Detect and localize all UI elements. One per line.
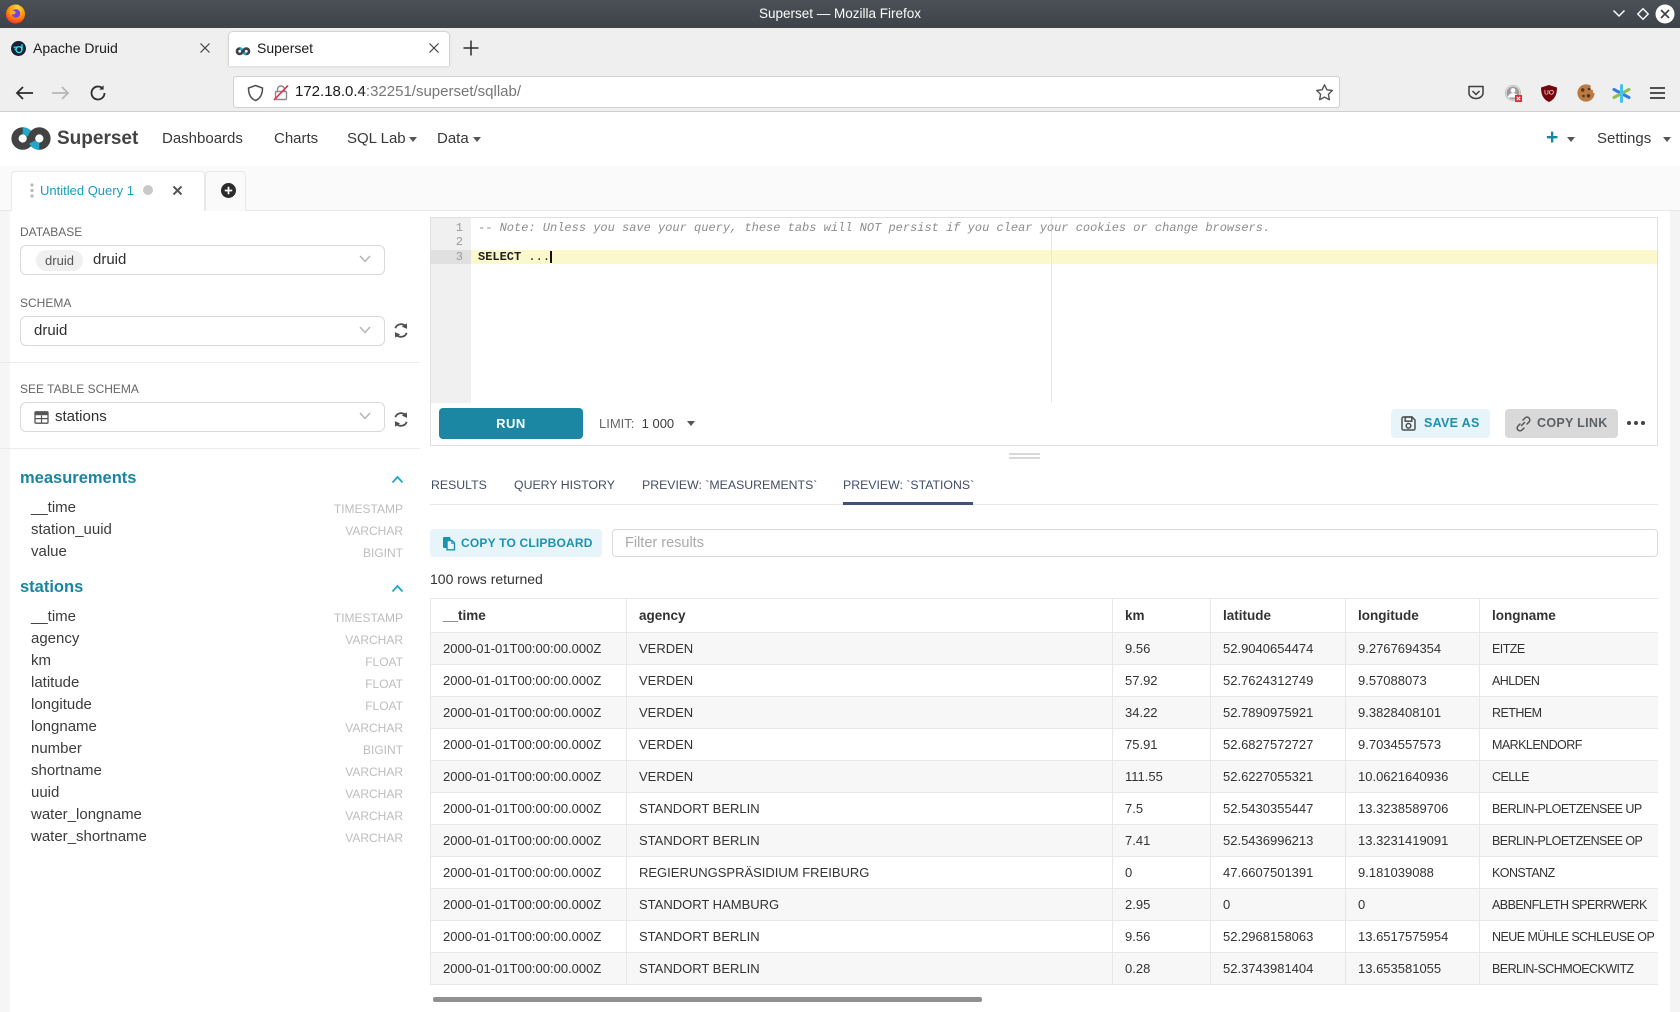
svg-text:UO: UO	[1544, 90, 1554, 97]
